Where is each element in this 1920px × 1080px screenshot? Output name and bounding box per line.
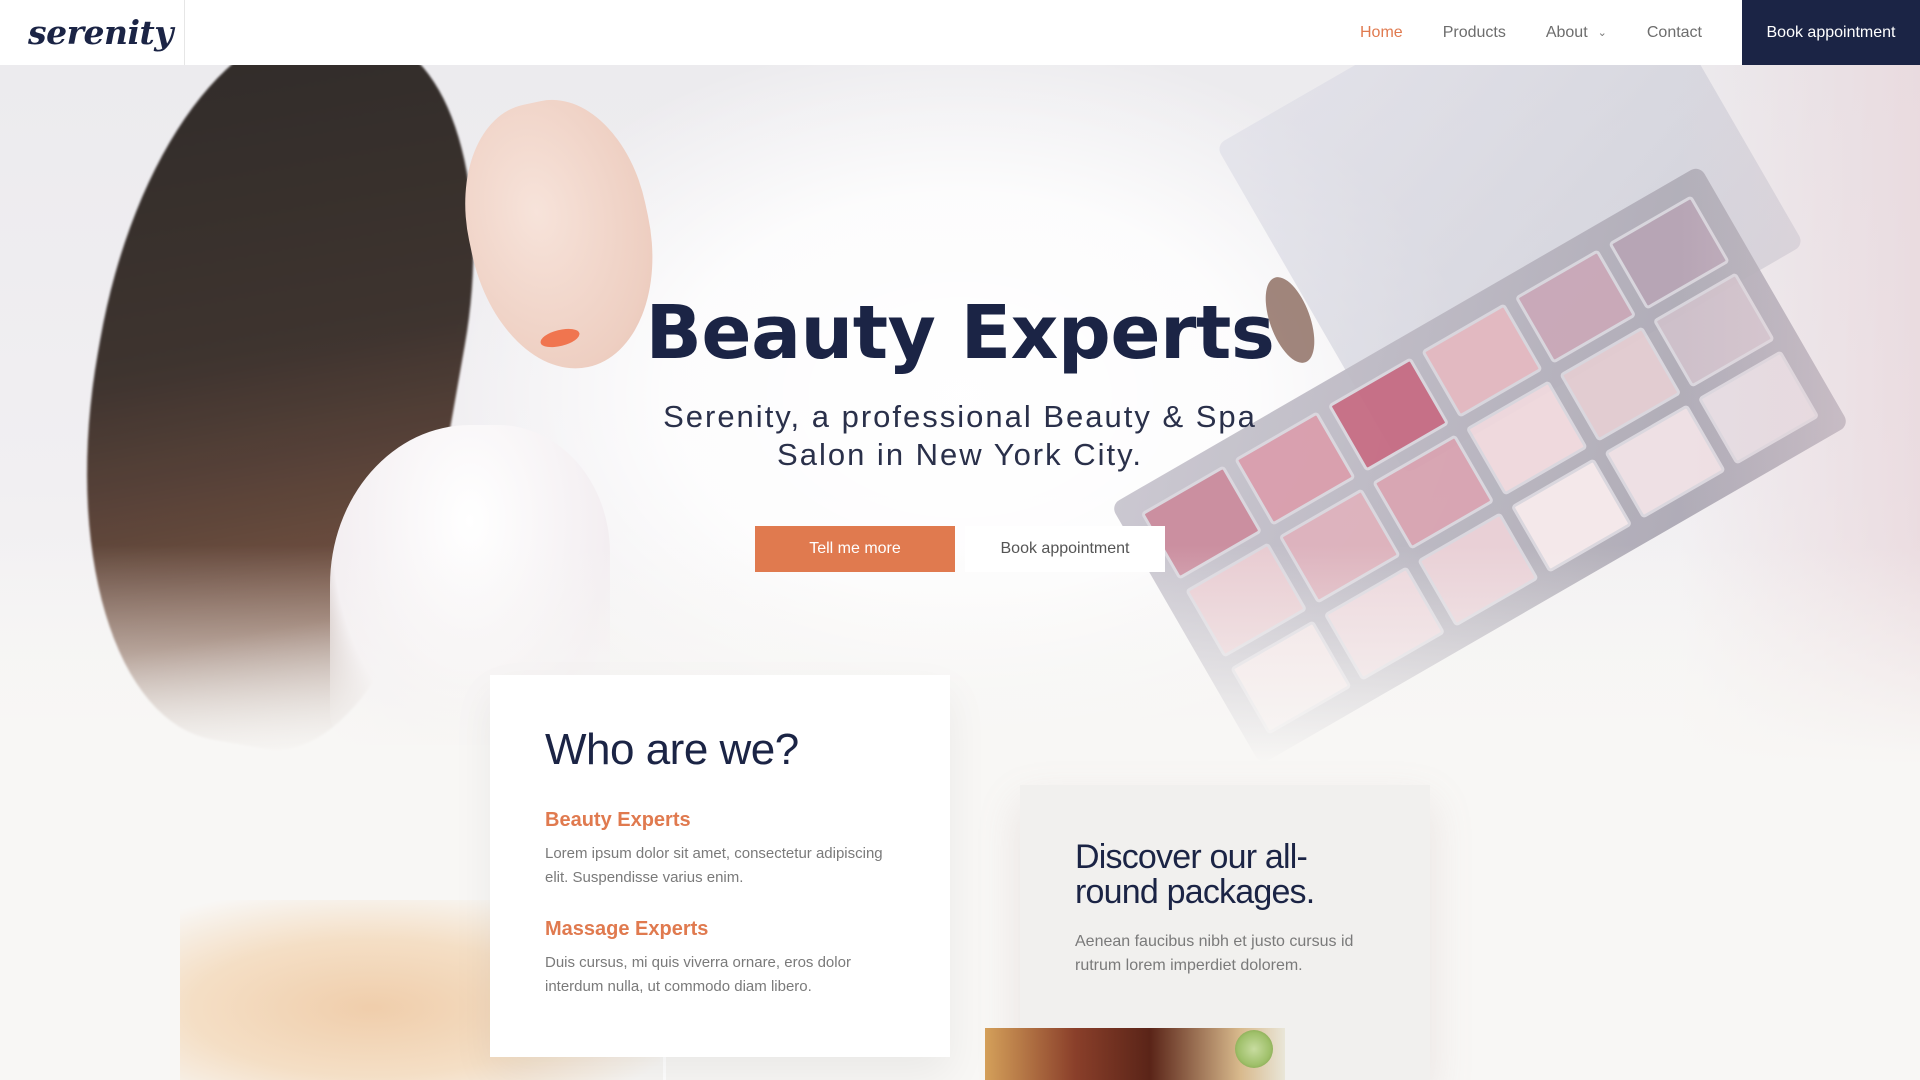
who-heading: Who are we?	[545, 725, 799, 774]
cucumber-slice-image	[1235, 1030, 1273, 1068]
top-navbar: serenity Home Products About ⌄ Contact B…	[0, 0, 1920, 65]
hero-title: Beauty Experts	[645, 290, 1275, 376]
nav-link-contact[interactable]: Contact	[1647, 24, 1702, 42]
tell-me-more-button[interactable]: Tell me more	[755, 526, 955, 572]
packages-text: Aenean faucibus nibh et justo cursus id …	[1075, 933, 1354, 974]
who-item-text-beauty: Lorem ipsum dolor sit amet, consectetur …	[545, 845, 883, 886]
hero-subtitle: Serenity, a professional Beauty & Spa Sa…	[663, 399, 1257, 472]
who-item-title-massage: Massage Experts	[545, 918, 709, 940]
packages-heading: Discover our all-round packages.	[1075, 838, 1315, 911]
nav-link-home[interactable]: Home	[1360, 24, 1403, 42]
logo-container[interactable]: serenity	[0, 0, 185, 65]
nav-links: Home Products About ⌄ Contact	[1320, 0, 1742, 65]
book-appointment-hero-button[interactable]: Book appointment	[965, 526, 1165, 572]
hero-bottom-fade	[0, 545, 1920, 765]
who-item-text-massage: Duis cursus, mi quis viverra ornare, ero…	[545, 954, 851, 995]
who-item-title-beauty: Beauty Experts	[545, 809, 691, 831]
nav-link-about[interactable]: About ⌄	[1546, 24, 1607, 42]
nav-link-products[interactable]: Products	[1443, 24, 1506, 42]
book-appointment-nav-button[interactable]: Book appointment	[1742, 0, 1920, 65]
nav-link-about-label: About	[1545, 23, 1588, 41]
photo-divider	[663, 1055, 666, 1080]
hero-buttons: Tell me more Book appointment	[0, 526, 1920, 572]
who-are-we-card: Who are we? Beauty Experts Lorem ipsum d…	[490, 675, 950, 1057]
chevron-down-icon: ⌄	[1597, 27, 1607, 39]
hero-content: Beauty Experts Serenity, a professional …	[0, 290, 1920, 572]
brand-logo[interactable]: serenity	[28, 13, 173, 52]
hero-section: Beauty Experts Serenity, a professional …	[0, 65, 1920, 765]
